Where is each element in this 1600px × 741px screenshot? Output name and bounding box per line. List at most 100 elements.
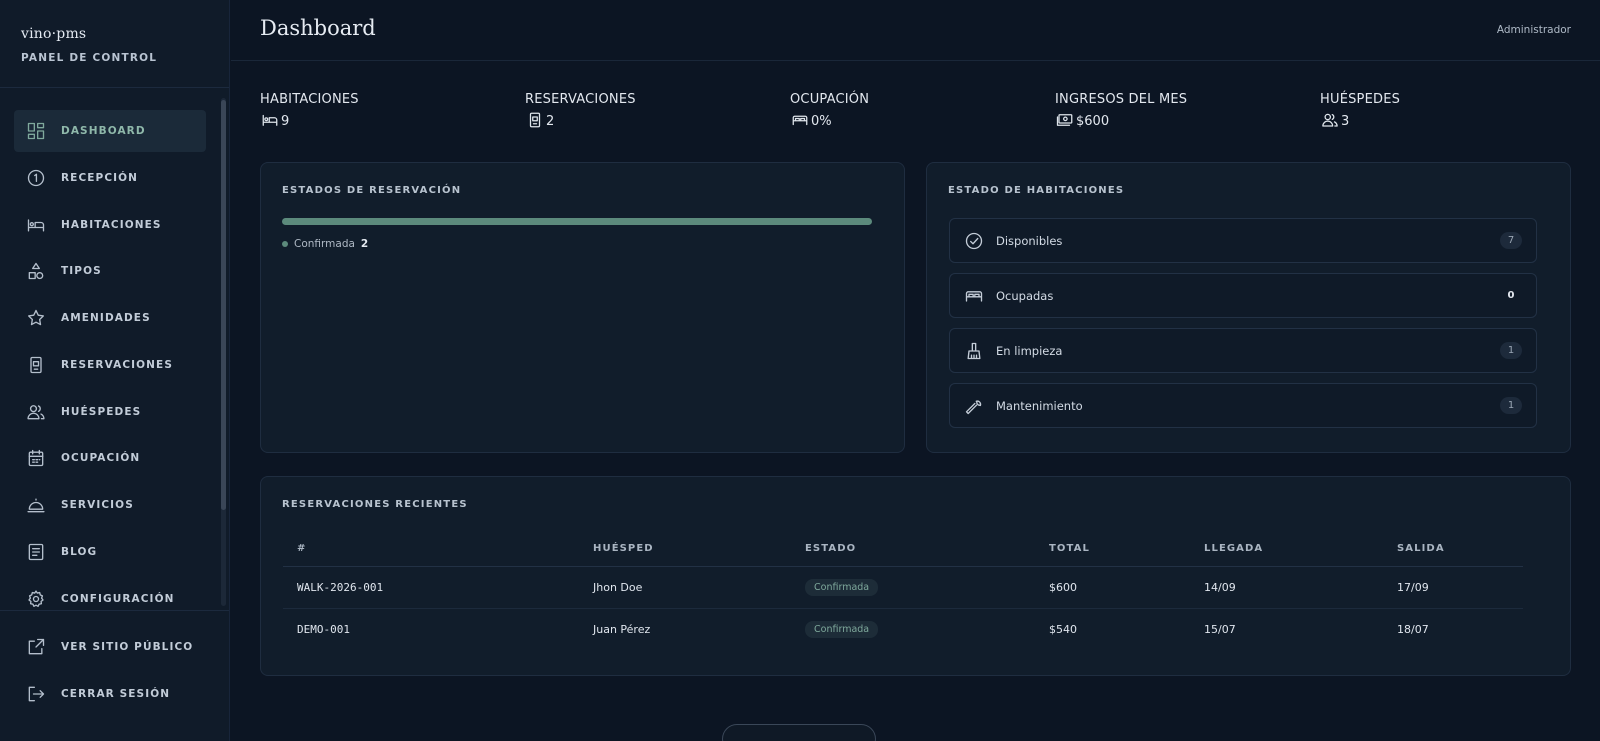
stat-label: OCUPACIÓN bbox=[790, 92, 870, 107]
total-amount: $540 bbox=[1049, 622, 1077, 636]
room-status-list: Disponibles 7 Ocupadas 0 En limpieza 1 M… bbox=[949, 218, 1537, 438]
brand-name: vino·pms bbox=[21, 26, 87, 42]
room-status-available[interactable]: Disponibles 7 bbox=[949, 218, 1537, 263]
stat-ocupacion: OCUPACIÓN 0% bbox=[790, 92, 869, 129]
stat-label: HUÉSPEDES bbox=[1320, 92, 1401, 107]
bed-icon bbox=[965, 290, 983, 302]
cloche-icon bbox=[25, 494, 47, 516]
sidebar-scroll-thumb[interactable] bbox=[221, 100, 226, 510]
legend-item: Confirmada 2 bbox=[282, 238, 368, 250]
user-menu[interactable]: Administrador bbox=[1497, 24, 1571, 36]
booking-icon bbox=[529, 112, 541, 128]
column-header-arrival: LLEGADA bbox=[1190, 532, 1383, 567]
sidebar-item-label: CERRAR SESIÓN bbox=[61, 687, 171, 700]
table-row[interactable]: DEMO-001 Juan Pérez Confirmada $540 15/0… bbox=[283, 608, 1523, 650]
logout-icon bbox=[25, 683, 47, 705]
room-status-cleaning[interactable]: En limpieza 1 bbox=[949, 328, 1537, 373]
recent-reservations-panel: RESERVACIONES RECIENTES # HUÉSPED ESTADO… bbox=[260, 476, 1571, 676]
sidebar-item-blog[interactable]: BLOG bbox=[14, 531, 206, 573]
stat-value: $600 bbox=[1076, 114, 1110, 129]
room-status-maintenance[interactable]: Mantenimiento 1 bbox=[949, 383, 1537, 428]
room-status-label: Ocupadas bbox=[996, 288, 1054, 303]
sidebar-item-configuracion[interactable]: CONFIGURACIÓN bbox=[14, 578, 206, 620]
star-icon bbox=[25, 307, 47, 329]
external-link-icon bbox=[25, 636, 47, 658]
stat-value: 0% bbox=[811, 114, 832, 129]
column-header-status: ESTADO bbox=[791, 532, 1035, 567]
panel-title: ESTADO DE HABITACIONES bbox=[948, 185, 1125, 196]
guest-name: Juan Pérez bbox=[593, 622, 651, 636]
broom-icon bbox=[967, 342, 981, 359]
top-header: Dashboard Administrador bbox=[231, 0, 1600, 61]
table-header-row: # HUÉSPED ESTADO TOTAL LLEGADA SALIDA bbox=[283, 532, 1523, 567]
status-badge: Confirmada bbox=[805, 620, 879, 638]
logout-button[interactable]: CERRAR SESIÓN bbox=[14, 673, 206, 715]
stat-reservaciones: RESERVACIONES 2 bbox=[525, 92, 636, 129]
panel-title: ESTADOS DE RESERVACIÓN bbox=[282, 185, 462, 196]
sidebar-item-amenidades[interactable]: AMENIDADES bbox=[14, 297, 206, 339]
check-circle-icon bbox=[965, 232, 983, 249]
shapes-icon bbox=[25, 260, 47, 282]
guest-name: Jhon Doe bbox=[579, 566, 791, 609]
sidebar-scrollbar[interactable] bbox=[221, 98, 226, 606]
sidebar-divider bbox=[0, 610, 229, 611]
sidebar-item-habitaciones[interactable]: HABITACIONES bbox=[14, 204, 206, 246]
column-header-departure: SALIDA bbox=[1383, 532, 1523, 567]
sidebar-item-label: SERVICIOS bbox=[61, 499, 134, 511]
status-cell: Confirmada bbox=[791, 566, 1035, 609]
reservation-code: WALK-2026-001 bbox=[283, 566, 579, 609]
sidebar-item-label: BLOG bbox=[61, 545, 98, 558]
brand[interactable]: vino·pms PANEL DE CONTROL bbox=[21, 26, 157, 64]
panel-title: RESERVACIONES RECIENTES bbox=[282, 499, 468, 510]
brand-subtitle: PANEL DE CONTROL bbox=[21, 52, 158, 64]
table-row[interactable]: WALK-2026-001 Jhon Doe Confirmada $600 1… bbox=[283, 566, 1523, 609]
money-icon bbox=[1056, 114, 1073, 126]
wrench-icon bbox=[965, 399, 982, 414]
reservation-status-bar bbox=[282, 218, 872, 225]
sidebar: vino·pms PANEL DE CONTROL DASHBOARD RECE… bbox=[0, 0, 230, 741]
sidebar-item-servicios[interactable]: SERVICIOS bbox=[14, 484, 206, 526]
room-status-count: 1 bbox=[1500, 397, 1522, 414]
sidebar-item-label: VER SITIO PÚBLICO bbox=[61, 641, 194, 653]
sidebar-item-huespedes[interactable]: HUÉSPEDES bbox=[14, 391, 206, 433]
room-states-panel: ESTADO DE HABITACIONES Disponibles 7 Ocu… bbox=[926, 162, 1571, 453]
stat-value: 9 bbox=[281, 114, 290, 129]
stat-value: 2 bbox=[546, 114, 555, 129]
status-badge: Confirmada bbox=[805, 578, 879, 596]
sidebar-item-label: HABITACIONES bbox=[61, 218, 162, 231]
floating-toolbar[interactable] bbox=[722, 724, 876, 741]
stat-label: RESERVACIONES bbox=[525, 92, 636, 107]
bed-icon bbox=[262, 114, 278, 126]
reception-icon bbox=[25, 167, 47, 189]
sidebar-item-recepcion[interactable]: RECEPCIÓN bbox=[14, 157, 206, 199]
stat-label: INGRESOS DEL MES bbox=[1055, 92, 1188, 107]
sidebar-bottom-nav: VER SITIO PÚBLICO CERRAR SESIÓN bbox=[14, 626, 206, 720]
room-status-count: 1 bbox=[1500, 342, 1522, 359]
sidebar-item-tipos[interactable]: TIPOS bbox=[14, 250, 206, 292]
legend-count: 2 bbox=[360, 238, 369, 250]
room-status-count: 0 bbox=[1507, 290, 1515, 301]
column-header-total: TOTAL bbox=[1035, 532, 1190, 567]
sidebar-item-label: RECEPCIÓN bbox=[61, 171, 139, 184]
bed-icon bbox=[25, 214, 47, 236]
stat-value: 3 bbox=[1341, 114, 1350, 129]
room-status-label: En limpieza bbox=[996, 343, 1063, 358]
stat-habitaciones: HABITACIONES 9 bbox=[260, 92, 359, 129]
sidebar-item-label: DASHBOARD bbox=[61, 125, 146, 137]
view-public-site-link[interactable]: VER SITIO PÚBLICO bbox=[14, 626, 206, 668]
total-amount: $600 bbox=[1035, 566, 1190, 609]
sidebar-item-reservaciones[interactable]: RESERVACIONES bbox=[14, 344, 206, 386]
stat-huespedes: HUÉSPEDES 3 bbox=[1320, 92, 1400, 129]
arrival-date: 14/09 bbox=[1190, 566, 1383, 609]
sidebar-item-label: OCUPACIÓN bbox=[61, 452, 141, 465]
sidebar-item-ocupacion[interactable]: OCUPACIÓN bbox=[14, 437, 206, 479]
users-icon bbox=[1322, 113, 1338, 127]
sidebar-divider bbox=[0, 87, 229, 88]
room-status-occupied[interactable]: Ocupadas 0 bbox=[949, 273, 1537, 318]
arrival-date: 15/07 bbox=[1204, 622, 1236, 636]
sidebar-item-label: RESERVACIONES bbox=[61, 358, 173, 371]
sidebar-item-dashboard[interactable]: DASHBOARD bbox=[14, 110, 206, 152]
status-cell: Confirmada bbox=[791, 608, 1035, 650]
page-title: Dashboard bbox=[260, 16, 376, 40]
sidebar-item-label: HUÉSPEDES bbox=[61, 405, 142, 418]
